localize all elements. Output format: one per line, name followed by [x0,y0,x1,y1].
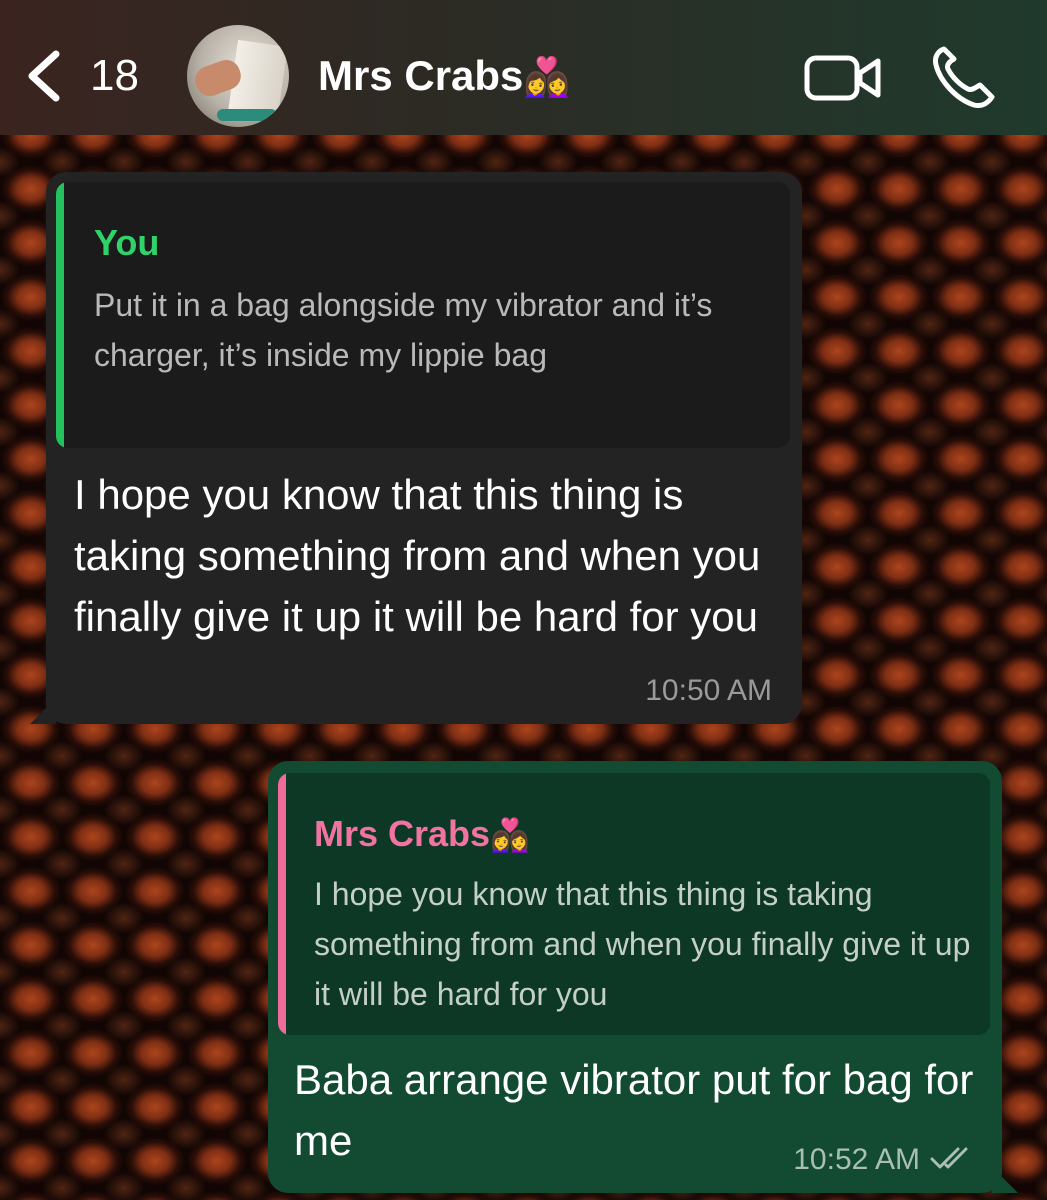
quote-accent-bar [278,773,286,1035]
quote-author-emoji: 👩‍❤️‍👩 [490,817,530,853]
quote-text: Put it in a bag alongside my vibrator an… [94,287,713,373]
back-chevron-icon[interactable] [24,50,64,102]
bubble-tail [992,1167,1018,1193]
quote-accent-bar [56,182,64,448]
read-double-check-icon [930,1147,968,1169]
quote-author-name: Mrs Crabs [314,813,491,854]
chat-header: 18 Mrs Crabs👩‍❤️‍👩 [0,0,1047,135]
message-timestamp: 10:50 AM [645,674,772,707]
message-timestamp: 10:52 AM [793,1143,920,1176]
reply-quote[interactable]: You Put it in a bag alongside my vibrato… [56,182,790,448]
quote-author: Mrs Crabs👩‍❤️‍👩 [314,813,530,855]
quote-text: I hope you know that this thing is takin… [314,876,971,1012]
quote-author: You [94,222,160,263]
message-bubble-outgoing[interactable]: Mrs Crabs👩‍❤️‍👩 I hope you know that thi… [268,761,1018,1193]
contact-emoji: 👩‍❤️‍👩 [523,57,571,99]
message-text: I hope you know that this thing is takin… [74,471,761,640]
bubble-tail [30,698,56,724]
message-bubble-incoming[interactable]: You Put it in a bag alongside my vibrato… [30,172,802,724]
phone-call-icon[interactable] [930,45,996,109]
contact-avatar[interactable] [187,25,289,127]
back-unread-count[interactable]: 18 [90,52,139,100]
video-call-icon[interactable] [804,53,882,103]
reply-quote[interactable]: Mrs Crabs👩‍❤️‍👩 I hope you know that thi… [278,773,990,1035]
contact-name-text: Mrs Crabs [318,52,524,99]
contact-name[interactable]: Mrs Crabs👩‍❤️‍👩 [318,52,571,102]
